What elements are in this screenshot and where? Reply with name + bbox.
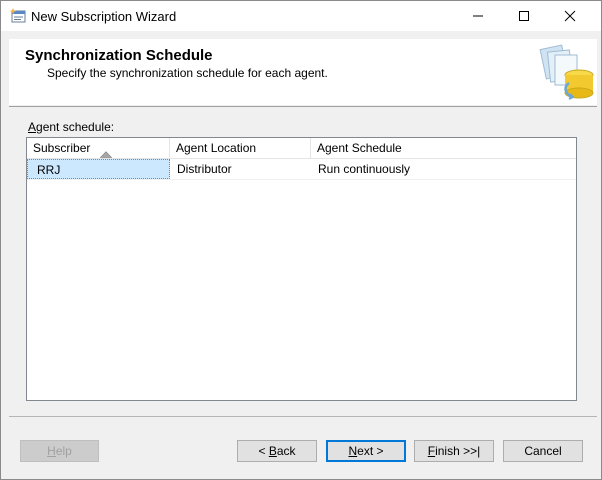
wizard-header: Synchronization Schedule Specify the syn…	[9, 39, 597, 105]
help-button[interactable]: Help	[20, 440, 99, 462]
page-subtitle: Specify the synchronization schedule for…	[47, 66, 328, 80]
wizard-window: New Subscription Wizard Synchronization …	[0, 0, 602, 480]
page-title: Synchronization Schedule	[25, 47, 213, 64]
close-button[interactable]	[547, 1, 593, 31]
cell-subscriber[interactable]: RRJ	[27, 159, 170, 179]
database-sync-icon	[533, 41, 595, 105]
back-button-accel: B	[268, 444, 277, 458]
minimize-button[interactable]	[455, 1, 501, 31]
cell-agent-schedule[interactable]: Run continuously	[311, 159, 576, 179]
column-header-agent-location[interactable]: Agent Location	[170, 138, 311, 158]
back-button[interactable]: < Back	[237, 440, 317, 462]
header-divider	[9, 106, 597, 107]
column-header-subscriber[interactable]: Subscriber	[27, 138, 170, 158]
agent-schedule-label: Agent schedule:	[28, 120, 114, 134]
agent-schedule-grid[interactable]: Subscriber Agent Location Agent Schedule…	[26, 137, 577, 401]
column-header-agent-schedule[interactable]: Agent Schedule	[311, 138, 576, 158]
finish-button-accel: F	[427, 444, 436, 458]
help-button-rest: elp	[55, 444, 72, 458]
maximize-button[interactable]	[501, 1, 547, 31]
table-row[interactable]: RRJ Distributor Run continuously	[27, 159, 576, 180]
window-title: New Subscription Wizard	[31, 9, 177, 24]
help-button-accel: H	[47, 444, 56, 458]
back-button-rest: ack	[276, 444, 296, 458]
next-button-accel: N	[348, 444, 358, 458]
next-button-rest: ext >	[357, 444, 384, 458]
wizard-app-icon	[9, 7, 27, 25]
grid-header: Subscriber Agent Location Agent Schedule	[27, 138, 576, 159]
agent-schedule-label-rest: gent schedule:	[36, 120, 115, 134]
close-icon	[564, 10, 576, 22]
column-header-subscriber-label: Subscriber	[33, 141, 91, 155]
footer-divider	[9, 416, 597, 417]
title-bar[interactable]: New Subscription Wizard	[1, 1, 601, 31]
agent-schedule-label-accel: A	[28, 120, 37, 134]
finish-button[interactable]: Finish >>|	[414, 440, 494, 462]
next-button[interactable]: Next >	[326, 440, 406, 462]
minimize-icon	[473, 15, 483, 17]
finish-button-rest: inish >>|	[435, 444, 481, 458]
cancel-button[interactable]: Cancel	[503, 440, 583, 462]
cell-agent-location[interactable]: Distributor	[170, 159, 311, 179]
back-button-prefix: <	[258, 444, 269, 458]
maximize-icon	[519, 11, 529, 21]
